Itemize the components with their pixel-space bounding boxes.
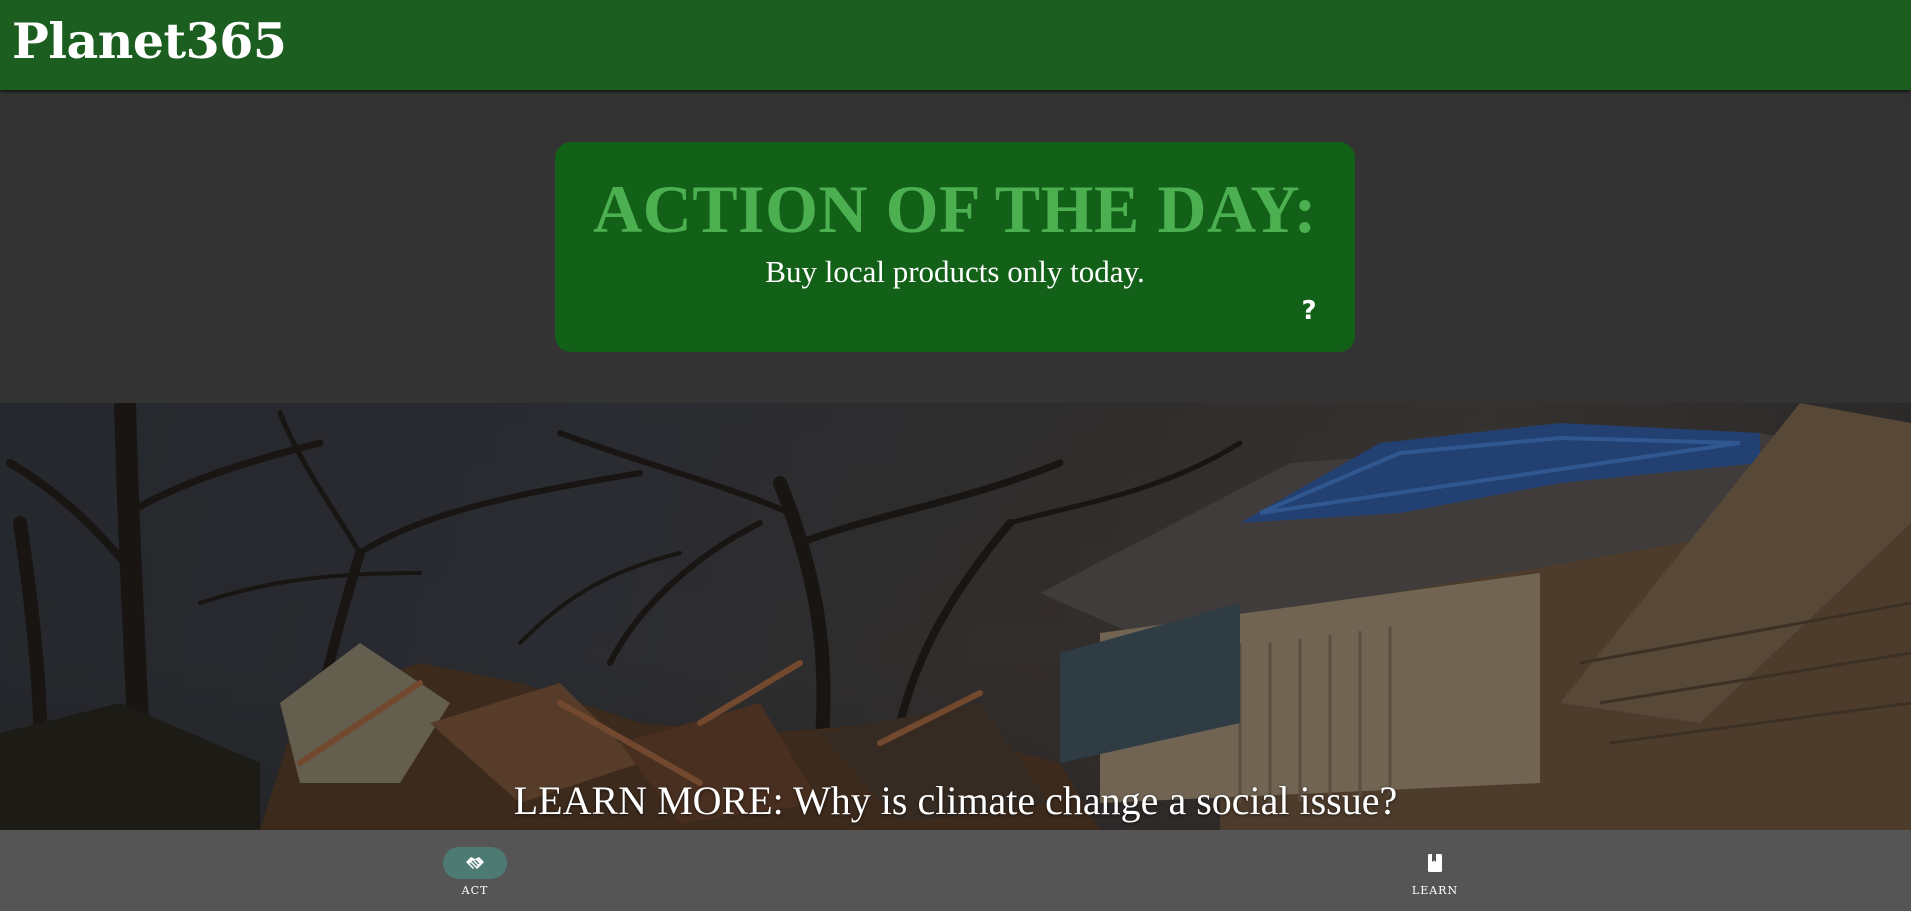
nav-label-act: ACT (461, 884, 489, 897)
learn-more-caption[interactable]: LEARN MORE: Why is climate change a soci… (0, 777, 1911, 824)
nav-item-act[interactable]: ACT (405, 830, 545, 911)
main-content: ACTION OF THE DAY: Buy local products on… (0, 90, 1911, 403)
handshake-icon (463, 851, 487, 875)
app-bar: Planet365 (0, 0, 1911, 90)
action-of-the-day-card: ACTION OF THE DAY: Buy local products on… (555, 142, 1355, 352)
book-icon (1423, 851, 1447, 875)
app-title: Planet365 (12, 12, 287, 70)
help-button[interactable]: ? (1293, 294, 1325, 328)
nav-label-learn: LEARN (1411, 884, 1459, 897)
hero-image (0, 403, 1911, 830)
action-text: Buy local products only today. (765, 254, 1145, 289)
learn-more-banner[interactable]: LEARN MORE: Why is climate change a soci… (0, 403, 1911, 830)
action-heading: ACTION OF THE DAY: (593, 171, 1317, 247)
nav-item-learn[interactable]: LEARN (1365, 830, 1505, 911)
bottom-navigation: ACT LEARN (0, 830, 1911, 911)
